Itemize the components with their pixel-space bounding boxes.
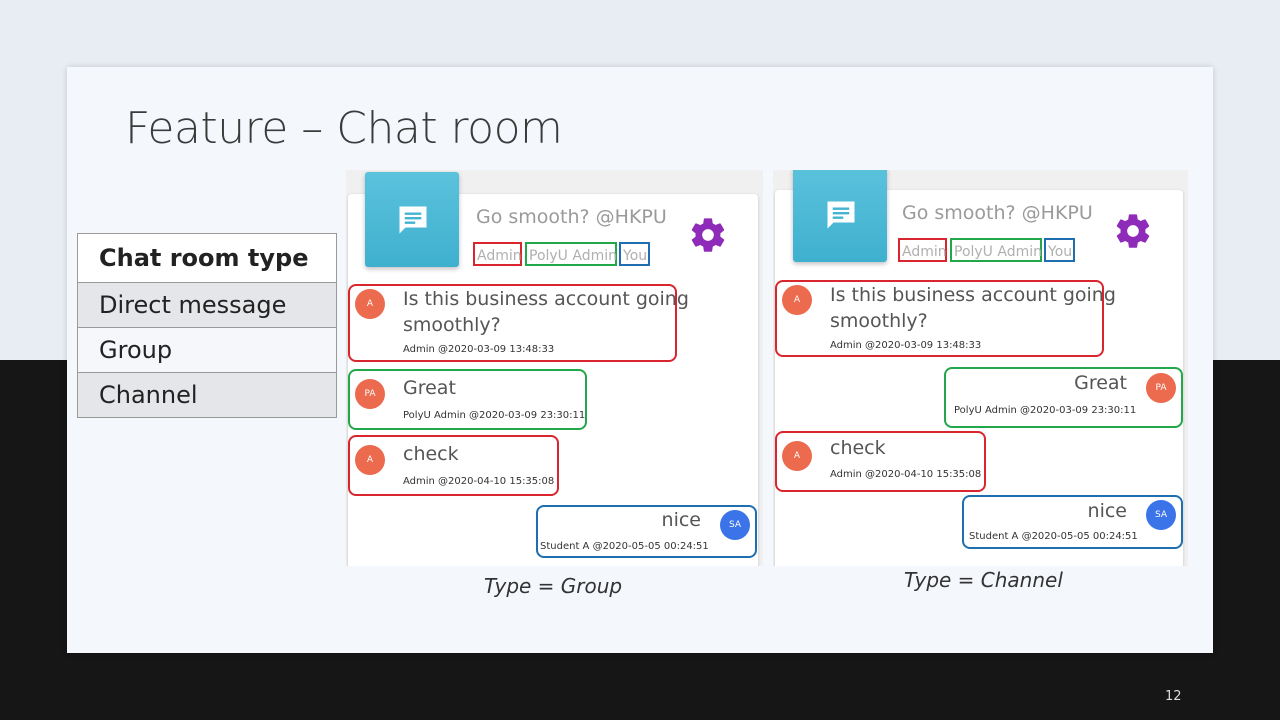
table-row-channel: Channel <box>77 372 337 418</box>
message-text: Great <box>1074 372 1127 394</box>
tag-admin: Admin <box>898 238 947 262</box>
caption-group: Type = Group <box>484 574 623 598</box>
avatar: A <box>355 289 385 319</box>
message-meta: Admin @2020-03-09 13:48:33 <box>830 340 982 351</box>
message-student-a: nice SA Student A @2020-05-05 00:24:51 <box>536 505 757 558</box>
slide-title: Feature – Chat room <box>125 103 563 154</box>
message-meta: Admin @2020-03-09 13:48:33 <box>403 344 555 355</box>
message-admin-1: A Is this business account going smoothl… <box>775 280 1116 357</box>
gear-icon[interactable] <box>688 215 728 255</box>
avatar: PA <box>1146 373 1176 403</box>
channel-chat-screenshot: Go smooth? @HKPU Admin PolyU Admin You A… <box>773 170 1188 566</box>
avatar: PA <box>355 379 385 409</box>
message-meta: Admin @2020-04-10 15:35:08 <box>403 476 555 487</box>
message-meta: Student A @2020-05-05 00:24:51 <box>969 531 1138 542</box>
message-admin-1: A Is this business account going smoothl… <box>348 284 689 362</box>
chat-room-avatar <box>793 170 887 262</box>
chat-room-type-table: Chat room type Direct message Group Chan… <box>77 233 337 418</box>
message-text-line-2: smoothly? <box>403 314 501 336</box>
message-text: check <box>403 443 459 465</box>
page-number: 12 <box>1165 689 1182 704</box>
chat-room-avatar <box>365 172 459 267</box>
group-chat-screenshot: Go smooth? @HKPU Admin PolyU Admin You A… <box>346 170 763 566</box>
tag-you: You <box>1044 238 1075 262</box>
slide: Feature – Chat room Chat room type Direc… <box>67 67 1213 653</box>
message-meta: PolyU Admin @2020-03-09 23:30:11 <box>403 410 586 421</box>
avatar: A <box>782 441 812 471</box>
message-polyu-admin: Great PA PolyU Admin @2020-03-09 23:30:1… <box>944 367 1183 428</box>
table-header: Chat room type <box>77 233 337 283</box>
avatar: SA <box>1146 500 1176 530</box>
tag-polyu-admin: PolyU Admin <box>525 242 617 266</box>
caption-channel: Type = Channel <box>904 568 1063 592</box>
message-text: nice <box>661 509 701 531</box>
chat-room-title: Go smooth? @HKPU <box>476 206 667 228</box>
gear-icon[interactable] <box>1113 211 1153 251</box>
chat-bubble-icon <box>399 206 427 234</box>
avatar: A <box>782 285 812 315</box>
message-text-line-1: Is this business account going <box>830 284 1116 306</box>
avatar: SA <box>720 510 750 540</box>
message-text: check <box>830 437 886 459</box>
chat-bubble-icon <box>827 201 855 229</box>
message-meta: PolyU Admin @2020-03-09 23:30:11 <box>954 405 1137 416</box>
message-admin-2: A check Admin @2020-04-10 15:35:08 <box>775 431 986 492</box>
message-text-line-2: smoothly? <box>830 310 928 332</box>
chat-room-title: Go smooth? @HKPU <box>902 202 1093 224</box>
message-admin-2: A check Admin @2020-04-10 15:35:08 <box>348 435 559 496</box>
message-polyu-admin: PA Great PolyU Admin @2020-03-09 23:30:1… <box>348 369 587 430</box>
avatar: A <box>355 445 385 475</box>
table-row-direct-message: Direct message <box>77 282 337 328</box>
message-text-line-1: Is this business account going <box>403 288 689 310</box>
message-text: Great <box>403 377 456 399</box>
tag-admin: Admin <box>473 242 522 266</box>
message-meta: Student A @2020-05-05 00:24:51 <box>540 541 709 552</box>
message-meta: Admin @2020-04-10 15:35:08 <box>830 469 982 480</box>
table-row-group: Group <box>77 327 337 373</box>
message-text: nice <box>1087 500 1127 522</box>
tag-polyu-admin: PolyU Admin <box>950 238 1042 262</box>
tag-you: You <box>619 242 650 266</box>
message-student-a: nice SA Student A @2020-05-05 00:24:51 <box>962 495 1183 549</box>
